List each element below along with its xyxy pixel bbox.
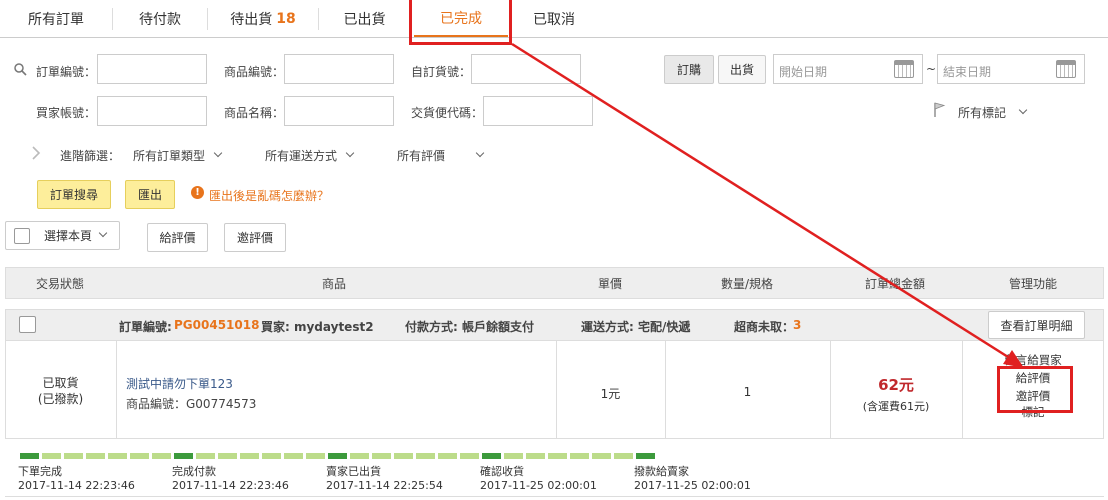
annotation-arrow — [511, 42, 1024, 368]
